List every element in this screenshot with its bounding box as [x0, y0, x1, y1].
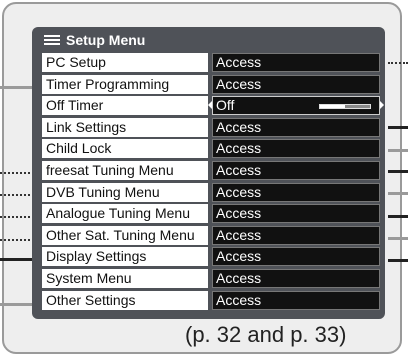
menu-item-value[interactable]: Access — [212, 204, 380, 224]
leader-line — [388, 215, 408, 218]
menu-item-label: Off Timer — [42, 96, 208, 116]
level-fill — [320, 105, 345, 109]
off-timer-level-bar — [319, 104, 371, 110]
menu-item-other-sat-tuning[interactable]: Other Sat. Tuning Menu Access — [42, 225, 382, 245]
menu-item-value[interactable]: Access — [212, 268, 380, 288]
menu-item-link-settings[interactable]: Link Settings Access — [42, 117, 382, 137]
menu-item-label: Child Lock — [42, 139, 208, 159]
menu-list: PC Setup Access Timer Programming Access… — [42, 53, 384, 312]
leader-line — [0, 86, 32, 89]
menu-item-label: PC Setup — [42, 53, 208, 72]
arrow-left-icon[interactable] — [208, 101, 212, 110]
menu-item-label: Analogue Tuning Menu — [42, 204, 208, 224]
menu-item-label: Timer Programming — [42, 74, 208, 94]
menu-item-value: Off — [216, 97, 235, 114]
menu-item-other-settings[interactable]: Other Settings Access — [42, 290, 382, 310]
leader-line — [0, 258, 32, 261]
leader-line — [388, 237, 408, 240]
menu-item-analogue-tuning[interactable]: Analogue Tuning Menu Access — [42, 204, 382, 224]
leader-line — [388, 192, 408, 195]
menu-item-value[interactable]: Access — [212, 160, 380, 180]
menu-item-value[interactable]: Access — [212, 225, 380, 245]
menu-item-pc-setup[interactable]: PC Setup Access — [42, 53, 382, 72]
menu-item-value[interactable]: Access — [212, 247, 380, 267]
menu-item-label: Link Settings — [42, 117, 208, 137]
menu-item-label: DVB Tuning Menu — [42, 182, 208, 202]
menu-item-display-settings[interactable]: Display Settings Access — [42, 247, 382, 267]
leader-line — [0, 303, 32, 306]
menu-item-child-lock[interactable]: Child Lock Access — [42, 139, 382, 159]
menu-item-timer-programming[interactable]: Timer Programming Access — [42, 74, 382, 94]
menu-item-label: System Menu — [42, 268, 208, 288]
menu-item-label: freesat Tuning Menu — [42, 160, 208, 180]
menu-item-value[interactable]: Access — [212, 139, 380, 159]
menu-item-dvb-tuning[interactable]: DVB Tuning Menu Access — [42, 182, 382, 202]
off-timer-selector[interactable]: Off — [208, 96, 384, 116]
page-reference: (p. 32 and p. 33) — [185, 322, 347, 347]
menu-item-value[interactable]: Access — [212, 182, 380, 202]
leader-line — [388, 149, 408, 152]
menu-list-icon — [44, 34, 60, 46]
menu-item-label: Other Sat. Tuning Menu — [42, 225, 208, 245]
menu-item-system-menu[interactable]: System Menu Access — [42, 268, 382, 288]
leader-dots — [0, 216, 30, 218]
leader-dots — [0, 194, 30, 196]
leader-line — [388, 126, 408, 129]
menu-title: Setup Menu — [66, 32, 146, 48]
arrow-right-icon[interactable] — [380, 101, 384, 110]
menu-item-value[interactable]: Access — [212, 74, 380, 94]
menu-item-freesat-tuning[interactable]: freesat Tuning Menu Access — [42, 160, 382, 180]
leader-dots — [388, 62, 408, 64]
menu-item-value[interactable]: Access — [212, 53, 380, 72]
menu-item-off-timer[interactable]: Off Timer Off — [42, 96, 384, 116]
leader-line — [388, 170, 408, 173]
leader-line — [388, 259, 408, 262]
menu-item-label: Other Settings — [42, 290, 208, 310]
menu-header: Setup Menu — [44, 30, 145, 50]
menu-item-value[interactable]: Access — [212, 290, 380, 310]
leader-dots — [0, 172, 30, 174]
leader-dots — [0, 239, 30, 241]
menu-item-label: Display Settings — [42, 247, 208, 267]
menu-item-value[interactable]: Access — [212, 117, 380, 137]
